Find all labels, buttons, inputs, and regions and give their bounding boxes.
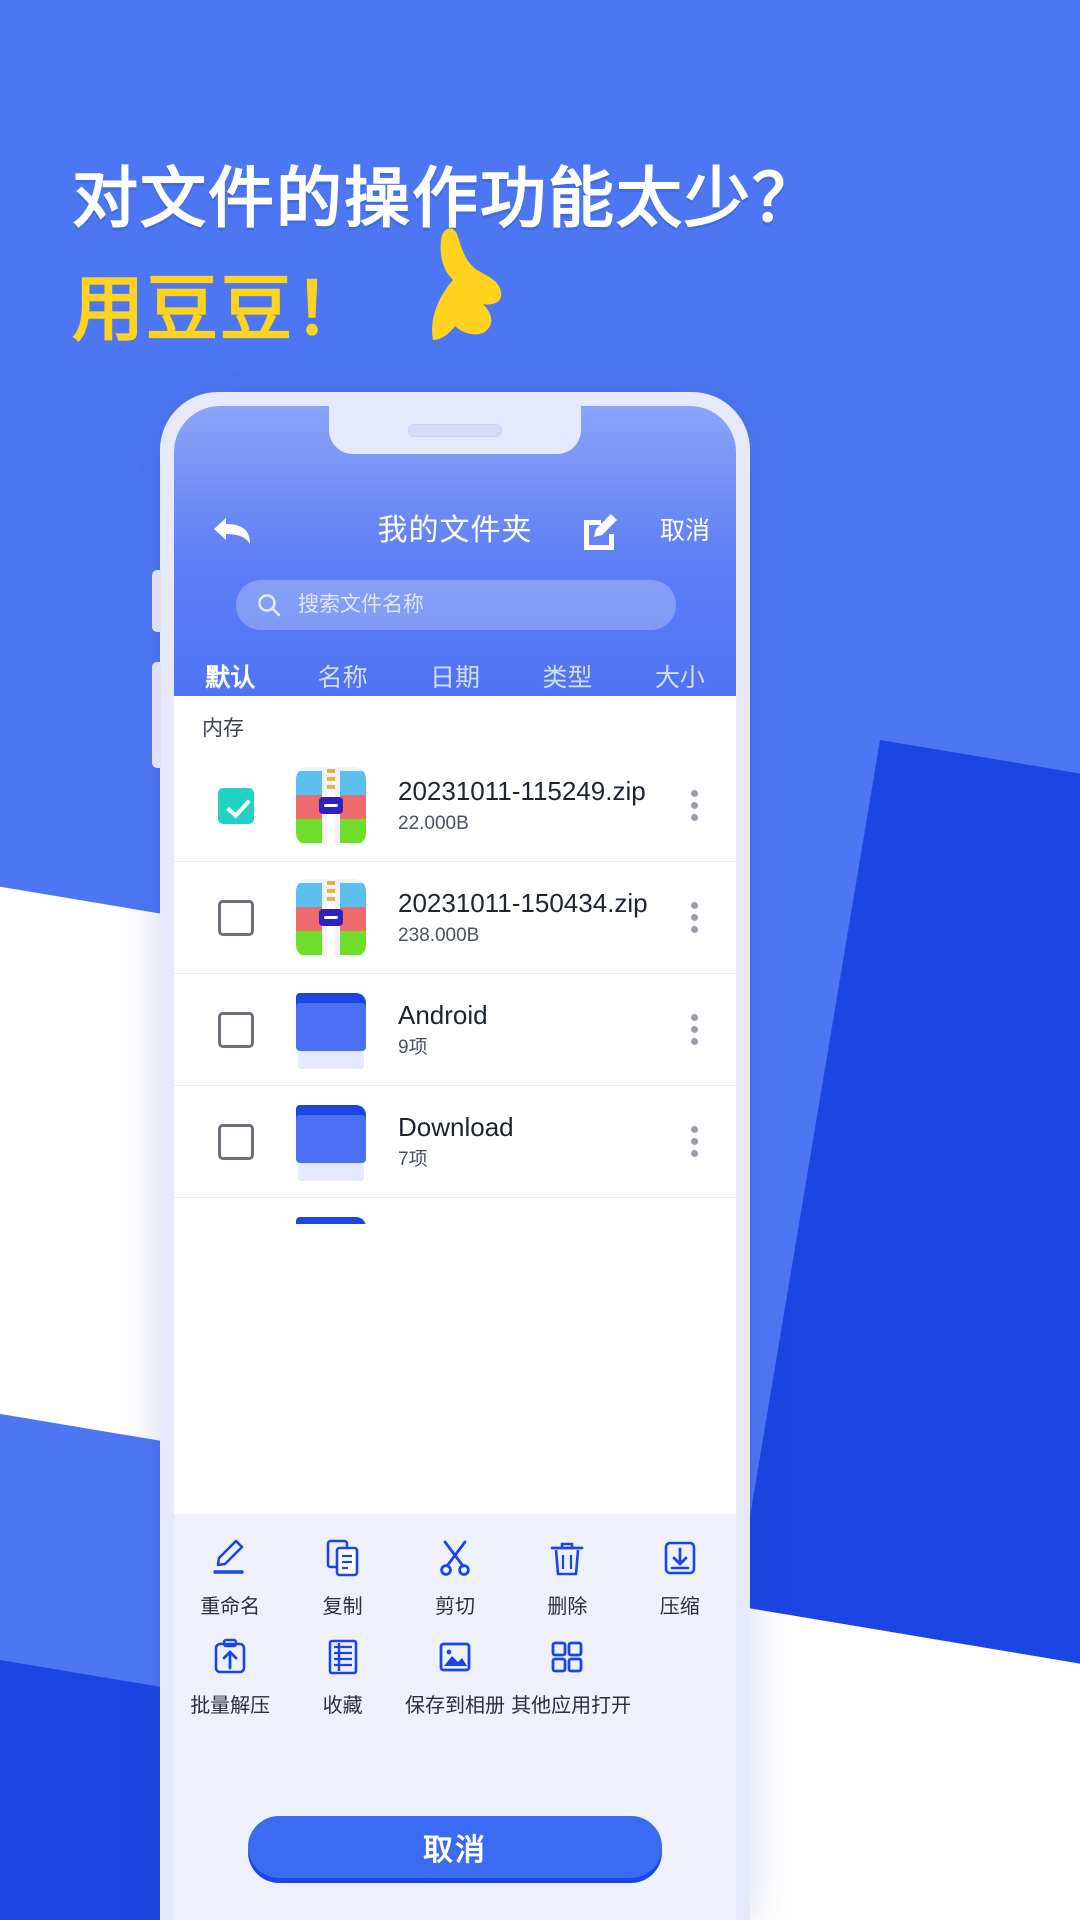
tab-date[interactable]: 日期: [399, 658, 511, 694]
row-checkbox[interactable]: [218, 1123, 254, 1160]
row-file-name: Download: [398, 1111, 514, 1142]
compress-box-icon: [624, 1536, 736, 1580]
row-file-name: Android: [398, 999, 488, 1030]
row-file-sub: 238.000B: [398, 924, 480, 946]
action-open-with-label: 其他应用打开: [511, 1695, 632, 1717]
search-input[interactable]: 搜索文件名称: [236, 580, 676, 630]
row-file-sub: 9项: [398, 1036, 428, 1058]
row-file-name: 20231011-150434.zip: [398, 887, 648, 918]
action-open-with[interactable]: 其他应用打开: [511, 1635, 632, 1718]
row-more-menu-icon[interactable]: [674, 902, 714, 933]
row-checkbox[interactable]: [218, 787, 254, 824]
earpiece-speaker: [408, 424, 502, 437]
folder-icon: [292, 1213, 370, 1224]
row-more-menu-icon[interactable]: [674, 1014, 714, 1045]
action-batch-extract-label: 批量解压: [190, 1695, 271, 1717]
search-placeholder: 搜索文件名称: [298, 593, 424, 616]
folder-icon: [292, 1101, 370, 1183]
action-save-to-album-label: 保存到相册: [404, 1695, 505, 1717]
row-meta: Android 9项: [398, 998, 674, 1062]
action-delete-label: 删除: [547, 1596, 588, 1618]
app-header-row: 我的文件夹 取消: [174, 502, 736, 560]
folder-icon: [292, 989, 370, 1071]
scissors-cut-icon: [399, 1536, 511, 1580]
favorite-book-icon: [286, 1635, 398, 1679]
row-more-menu-icon[interactable]: [674, 790, 714, 821]
table-row[interactable]: Android 9项: [174, 974, 736, 1086]
phone-screen: 我的文件夹 取消 搜索文件名称 默认 名称 日期 类型 大小 内存 202310…: [174, 406, 736, 1920]
row-file-name: .RecycleBinHW: [398, 1222, 674, 1225]
file-list[interactable]: 内存 20231011-115249.zip 22.000B 20231011-15…: [174, 696, 736, 1224]
open-with-grid-icon: [511, 1635, 623, 1679]
row-more-menu-icon[interactable]: [674, 1126, 714, 1157]
row-file-sub: 22.000B: [398, 812, 469, 834]
zip-file-icon: [292, 877, 370, 959]
row-file-name: 20231011-115249.zip: [398, 775, 646, 806]
action-grid-row1: 重命名 复制 剪切 删除 压缩: [174, 1514, 736, 1635]
action-copy-label: 复制: [322, 1596, 363, 1618]
action-compress[interactable]: 压缩: [624, 1536, 736, 1619]
row-file-sub: 7项: [398, 1148, 428, 1170]
action-grid-spacer: [624, 1635, 736, 1718]
app-header: 我的文件夹 取消 搜索文件名称 默认 名称 日期 类型 大小: [174, 406, 736, 696]
batch-extract-icon: [174, 1635, 286, 1679]
pencil-rename-icon: [174, 1536, 286, 1580]
action-cut[interactable]: 剪切: [399, 1536, 511, 1619]
copy-icon: [286, 1536, 398, 1580]
row-checkbox[interactable]: [218, 1011, 254, 1048]
zip-file-icon: [292, 765, 370, 847]
sort-tabs: 默认 名称 日期 类型 大小: [174, 656, 736, 696]
phone-mockup: 我的文件夹 取消 搜索文件名称 默认 名称 日期 类型 大小 内存 202310…: [152, 392, 750, 1920]
phone-side-button-bottom: [152, 662, 161, 768]
action-rename[interactable]: 重命名: [174, 1536, 286, 1619]
background-band-blue-right: [731, 740, 1080, 1697]
tab-type[interactable]: 类型: [511, 658, 623, 694]
action-compress-label: 压缩: [659, 1596, 700, 1618]
action-batch-extract[interactable]: 批量解压: [174, 1635, 286, 1718]
phone-side-button-top: [152, 570, 161, 632]
action-favorite-label: 收藏: [322, 1695, 363, 1717]
row-meta: .RecycleBinHW13项: [398, 1222, 674, 1225]
row-checkbox[interactable]: [218, 899, 254, 936]
action-save-to-album[interactable]: 保存到相册: [399, 1635, 511, 1718]
action-sheet: 重命名 复制 剪切 删除 压缩 批量解压 收藏 保存到相册 其他应用打开 取消: [174, 1514, 736, 1920]
row-meta: Download 7项: [398, 1110, 674, 1174]
trash-delete-icon: [511, 1536, 623, 1580]
action-favorite[interactable]: 收藏: [286, 1635, 398, 1718]
action-cut-label: 剪切: [434, 1596, 475, 1618]
page-title: 我的文件夹: [377, 514, 533, 547]
tab-size[interactable]: 大小: [624, 658, 736, 694]
action-delete[interactable]: 删除: [511, 1536, 623, 1619]
sheet-cancel-button[interactable]: 取消: [248, 1816, 662, 1878]
hand-pointer-icon: [432, 228, 502, 340]
action-grid-row2: 批量解压 收藏 保存到相册 其他应用打开: [174, 1635, 736, 1734]
edit-icon[interactable]: [580, 512, 618, 550]
action-copy[interactable]: 复制: [286, 1536, 398, 1619]
table-row[interactable]: 20231011-115249.zip 22.000B: [174, 750, 736, 862]
row-meta: 20231011-115249.zip 22.000B: [398, 774, 674, 838]
search-icon: [258, 594, 281, 617]
tab-default[interactable]: 默认: [174, 658, 286, 694]
table-row[interactable]: .RecycleBinHW13项: [174, 1198, 736, 1224]
table-row[interactable]: Download 7项: [174, 1086, 736, 1198]
phone-notch: [329, 406, 581, 454]
header-cancel-button[interactable]: 取消: [660, 510, 710, 552]
save-to-album-icon: [399, 1635, 511, 1679]
row-meta: 20231011-150434.zip 238.000B: [398, 886, 674, 950]
promo-headline-line2: 用豆豆！: [72, 267, 369, 351]
tab-name[interactable]: 名称: [286, 658, 398, 694]
table-row[interactable]: 20231011-150434.zip 238.000B: [174, 862, 736, 974]
action-rename-label: 重命名: [200, 1596, 261, 1618]
list-section-header: 内存: [202, 717, 244, 740]
